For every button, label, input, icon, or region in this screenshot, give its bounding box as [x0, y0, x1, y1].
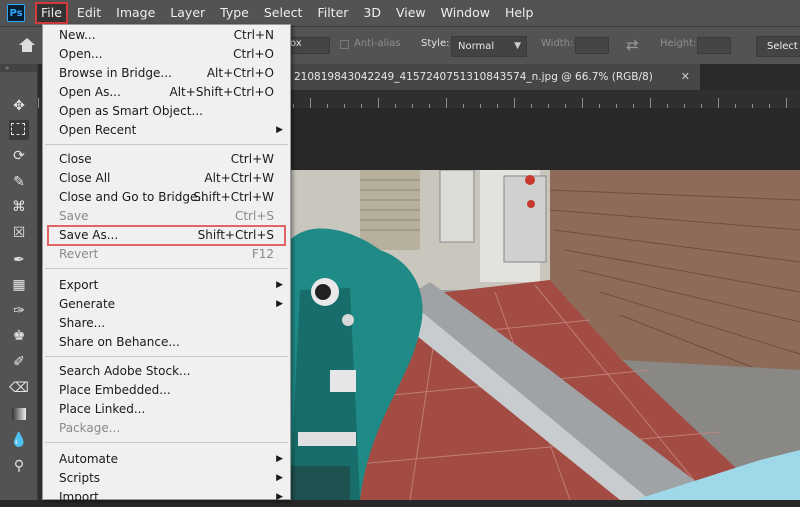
marquee-icon[interactable]	[9, 120, 29, 140]
swap-icon[interactable]: ⇄	[626, 36, 639, 54]
document-tab[interactable]: 210819843042249_4157240751310843574_n.jp…	[290, 64, 700, 90]
menu-item-save: Save Ctrl+S	[59, 209, 274, 223]
chevron-down-icon: ▼	[514, 41, 521, 51]
dodge-icon[interactable]: ⚲	[9, 456, 29, 476]
width-input[interactable]	[575, 37, 609, 54]
menu-3d[interactable]: 3D	[357, 2, 387, 24]
menu-item-close[interactable]: Close Ctrl+W	[43, 150, 290, 169]
ruler-tick	[650, 98, 651, 108]
anti-alias-checkbox[interactable]	[340, 40, 349, 49]
menu-type[interactable]: Type	[214, 2, 255, 24]
style-label: Style:	[421, 38, 450, 49]
menu-item-browse-in-bridge[interactable]: Browse in Bridge... Alt+Ctrl+O	[43, 64, 290, 83]
file-menu-dropdown: New... Ctrl+N Open... Ctrl+O Browse in Bri…	[42, 24, 291, 504]
ruler-tick	[514, 98, 515, 108]
submenu-arrow-icon: ▶	[276, 454, 283, 464]
close-icon[interactable]: ✕	[681, 64, 690, 90]
menu-item-close-go-bridge[interactable]: Close and Go to Bridge... Shift+Ctrl+W	[43, 188, 290, 207]
style-select[interactable]: Normal ▼	[451, 36, 527, 57]
menu-item-open-as[interactable]: Open As... Alt+Shift+Ctrl+O	[43, 83, 290, 102]
menu-layer[interactable]: Layer	[164, 2, 211, 24]
style-select-value: Normal	[458, 41, 495, 52]
healing-brush-icon[interactable]: ▦	[9, 275, 29, 295]
menu-item-save-as[interactable]: Save As... Shift+Ctrl+S	[47, 225, 286, 246]
submenu-arrow-icon: ▶	[276, 299, 283, 309]
history-brush-icon[interactable]: ✐	[9, 352, 29, 372]
menu-item-close-all[interactable]: Close All Alt+Ctrl+W	[43, 169, 290, 188]
gradient-icon[interactable]	[9, 404, 29, 424]
menu-edit[interactable]: Edit	[71, 2, 107, 24]
ruler-tick	[786, 98, 787, 108]
home-icon[interactable]	[19, 38, 35, 52]
menu-item-new[interactable]: New... Ctrl+N	[43, 26, 290, 45]
quick-select-icon[interactable]: ✎	[9, 172, 29, 192]
menu-item-share[interactable]: Share...	[43, 314, 290, 333]
menu-file[interactable]: File	[35, 2, 68, 24]
menu-divider	[45, 144, 288, 145]
collapse-icon[interactable]: »	[0, 64, 37, 72]
eyedropper-icon[interactable]: ✒	[9, 250, 29, 270]
feather-unit: ox	[290, 38, 302, 49]
move-icon[interactable]: ✥	[9, 96, 29, 116]
menu-item-place-linked[interactable]: Place Linked...	[43, 400, 290, 419]
menu-item-share-behance[interactable]: Share on Behance...	[43, 333, 290, 352]
ruler-tick	[310, 98, 311, 108]
height-input[interactable]	[697, 37, 731, 54]
menu-item-place-embedded[interactable]: Place Embedded...	[43, 381, 290, 400]
width-label: Width:	[541, 38, 574, 49]
crop-icon[interactable]: ⌘	[9, 197, 29, 217]
menu-item-open[interactable]: Open... Ctrl+O	[43, 45, 290, 64]
menu-item-import[interactable]: Import ▶	[43, 488, 290, 507]
anti-alias-label: Anti-alias	[354, 38, 401, 49]
submenu-arrow-icon: ▶	[276, 492, 283, 502]
ruler-tick	[718, 98, 719, 108]
eraser-icon[interactable]: ⌫	[9, 378, 29, 398]
submenu-arrow-icon: ▶	[276, 125, 283, 135]
menu-item-revert: Revert F12	[59, 247, 274, 261]
brush-icon[interactable]: ✑	[9, 301, 29, 321]
ruler-tick	[378, 98, 379, 108]
menu-item-package: Package...	[59, 421, 121, 435]
document-image[interactable]	[290, 170, 800, 500]
menu-divider	[45, 442, 288, 443]
menu-divider	[45, 356, 288, 357]
menu-item-scripts[interactable]: Scripts ▶	[43, 469, 290, 488]
menu-item-export[interactable]: Export ▶	[43, 276, 290, 295]
frame-icon[interactable]: ☒	[9, 223, 29, 243]
blur-icon[interactable]: 💧	[9, 430, 29, 450]
ruler-tick	[582, 98, 583, 108]
menu-select[interactable]: Select	[258, 2, 309, 24]
tools-panel: » ✥ ⟳ ✎ ⌘ ☒ ✒ ▦ ✑ ♚ ✐ ⌫ 💧 ⚲	[0, 64, 38, 500]
menu-item-open-smart-object[interactable]: Open as Smart Object...	[43, 102, 290, 121]
ruler-tick	[446, 98, 447, 108]
menu-item-search-adobe-stock[interactable]: Search Adobe Stock...	[43, 362, 290, 381]
clone-stamp-icon[interactable]: ♚	[9, 326, 29, 346]
menu-help[interactable]: Help	[499, 2, 540, 24]
menu-item-generate[interactable]: Generate ▶	[43, 295, 290, 314]
menu-bar: Ps File Edit Image Layer Type Select Fil…	[0, 0, 800, 26]
select-and-mask-button[interactable]: Select a	[756, 36, 800, 57]
submenu-arrow-icon: ▶	[276, 280, 283, 290]
photoshop-logo: Ps	[7, 4, 25, 22]
menu-item-open-recent[interactable]: Open Recent ▶	[43, 121, 290, 140]
ruler-tick	[38, 98, 39, 108]
menu-item-automate[interactable]: Automate ▶	[43, 450, 290, 469]
document-tab-title: 210819843042249_4157240751310843574_n.jp…	[294, 71, 653, 83]
menu-filter[interactable]: Filter	[311, 2, 354, 24]
menu-window[interactable]: Window	[435, 2, 496, 24]
submenu-arrow-icon: ▶	[276, 473, 283, 483]
menu-divider	[45, 268, 288, 269]
menu-image[interactable]: Image	[110, 2, 161, 24]
height-label: Height:	[660, 38, 697, 49]
lasso-icon[interactable]: ⟳	[9, 146, 29, 166]
menu-view[interactable]: View	[390, 2, 432, 24]
